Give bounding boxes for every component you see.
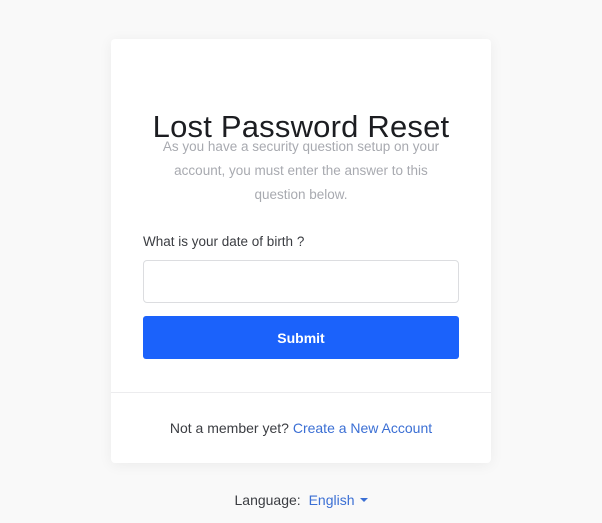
caret-down-icon bbox=[359, 498, 368, 503]
page: Lost Password Reset As you have a securi… bbox=[0, 0, 602, 523]
language-label: Language: bbox=[234, 492, 301, 508]
language-dropdown[interactable]: English bbox=[309, 492, 368, 508]
divider bbox=[111, 392, 491, 393]
language-selected: English bbox=[308, 492, 355, 508]
reset-card: Lost Password Reset As you have a securi… bbox=[111, 39, 491, 463]
submit-button[interactable]: Submit bbox=[143, 316, 459, 359]
create-account-link[interactable]: Create a New Account bbox=[293, 420, 432, 436]
security-answer-input[interactable] bbox=[143, 260, 459, 303]
intro-text: As you have a security question setup on… bbox=[162, 139, 440, 202]
language-selector: Language: English bbox=[0, 492, 602, 508]
member-text: Not a member yet? bbox=[169, 420, 289, 436]
signup-prompt: Not a member yet? Create a New Account bbox=[111, 420, 491, 436]
security-question-label: What is your date of birth ? bbox=[143, 234, 305, 249]
